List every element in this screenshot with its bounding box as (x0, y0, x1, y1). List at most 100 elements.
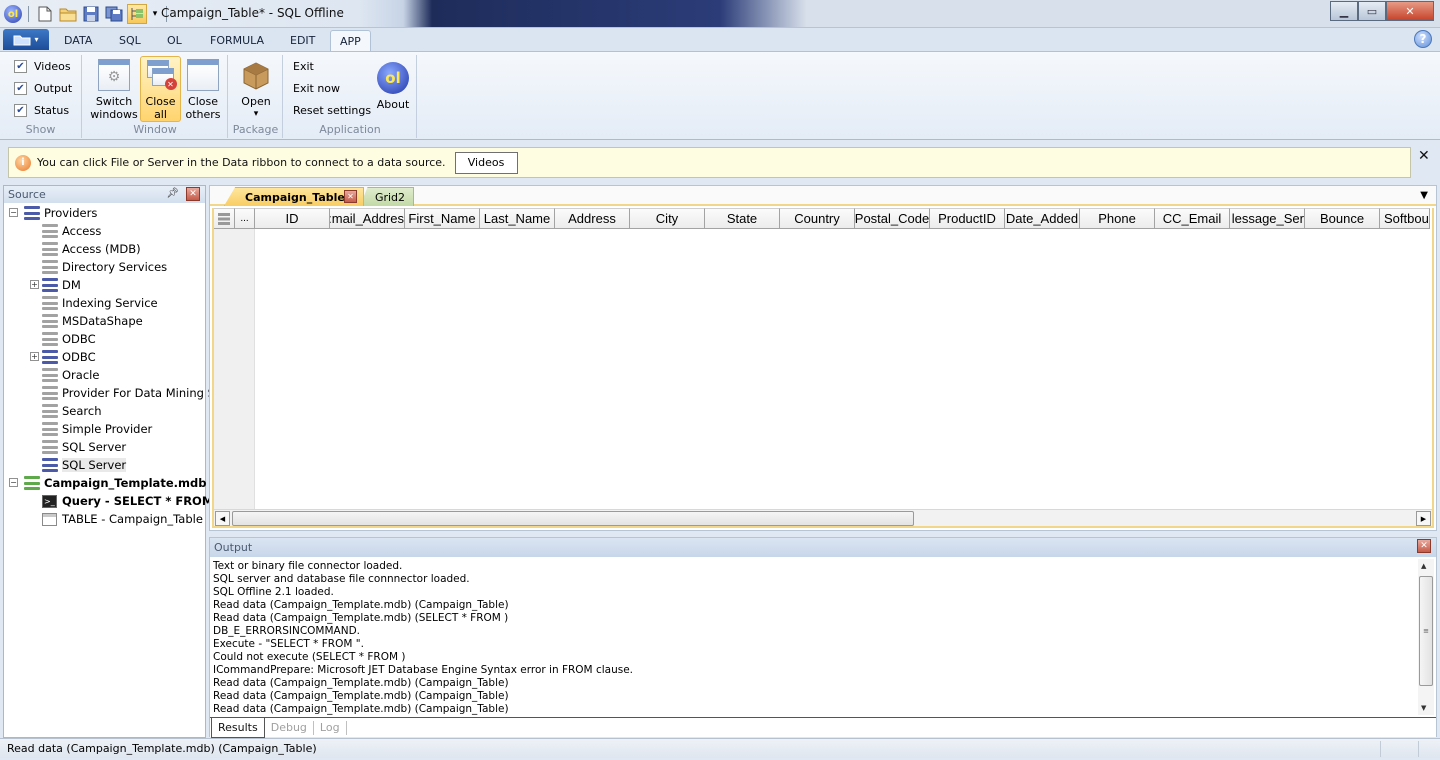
column-header[interactable]: City (630, 208, 705, 229)
output-checkbox[interactable]: ✔ Output (14, 82, 72, 95)
tree-item[interactable]: >_ Query - SELECT * FROM (42, 492, 213, 510)
scroll-left-icon[interactable]: ◀ (215, 511, 230, 526)
database-icon (42, 350, 58, 364)
column-header[interactable]: CC_Email (1155, 208, 1230, 229)
tree-item[interactable]: Simple Provider (42, 420, 152, 438)
close-tab-icon[interactable]: ✕ (344, 190, 357, 203)
close-button[interactable]: ✕ (1386, 1, 1434, 21)
vertical-scrollbar[interactable]: ▲ ≡ ▼ (1418, 559, 1434, 715)
scroll-down-icon[interactable]: ▼ (1421, 704, 1426, 712)
status-checkbox[interactable]: ✔ Status (14, 104, 69, 117)
tree-item[interactable]: + ODBC (30, 348, 96, 366)
tree-item[interactable]: ODBC (42, 330, 96, 348)
videos-button[interactable]: Videos (454, 151, 518, 174)
column-header[interactable]: First_Name (405, 208, 480, 229)
reset-settings-button[interactable]: Reset settings (293, 104, 371, 117)
tab-campaign-table[interactable]: Campaign_Table* (224, 187, 364, 206)
column-header[interactable]: Bounce (1305, 208, 1380, 229)
tree-item[interactable]: TABLE - Campaign_Table (42, 510, 203, 528)
file-menu-button[interactable]: ▾ (3, 29, 49, 50)
tree-item[interactable]: Access (MDB) (42, 240, 141, 258)
row-header-gutter (214, 229, 255, 510)
column-header[interactable]: :mail_Addres (330, 208, 405, 229)
tab-formula[interactable]: FORMULA (201, 30, 273, 51)
close-all-button[interactable]: ✕ Close all (140, 56, 181, 122)
panel-title: Source (8, 188, 46, 201)
new-document-icon[interactable] (35, 4, 55, 24)
save-icon[interactable] (81, 4, 101, 24)
column-header[interactable]: lessage_Ser (1230, 208, 1305, 229)
column-header[interactable]: Last_Name (480, 208, 555, 229)
open-package-button[interactable]: Open ▾ (235, 56, 277, 122)
button-label: all (154, 108, 167, 121)
open-folder-icon[interactable] (58, 4, 78, 24)
tab-log[interactable]: Log (314, 720, 347, 735)
tree-item[interactable]: SQL Server (42, 438, 126, 456)
exit-now-button[interactable]: Exit now (293, 82, 340, 95)
expand-icon[interactable]: + (30, 352, 39, 361)
tab-list-dropdown-icon[interactable]: ▼ (1420, 190, 1428, 201)
videos-checkbox[interactable]: ✔ Videos (14, 60, 71, 73)
horizontal-scrollbar[interactable]: ◀ ▶ (214, 509, 1432, 526)
customize-dropdown-icon[interactable]: ▾ (150, 4, 160, 24)
switch-windows-button[interactable]: ⚙ Switch windows (90, 56, 138, 122)
maximize-icon: ▭ (1366, 4, 1378, 18)
column-header[interactable]: Address (555, 208, 630, 229)
tree-item[interactable]: SQL Server (42, 456, 127, 474)
tree-item-label: Campaign_Template.mdb (44, 476, 207, 490)
scroll-thumb[interactable] (232, 511, 914, 526)
tree-item[interactable]: Search (42, 402, 102, 420)
show-group: ✔ Videos ✔ Output ✔ Status Show (0, 55, 82, 138)
expand-icon[interactable]: + (30, 280, 39, 289)
tree-item[interactable]: MSDataShape (42, 312, 143, 330)
tab-sql[interactable]: SQL (110, 30, 150, 51)
tab-debug[interactable]: Debug (265, 720, 314, 735)
collapse-icon[interactable]: − (9, 478, 18, 487)
scroll-up-icon[interactable]: ▲ (1421, 562, 1426, 570)
scroll-thumb[interactable]: ≡ (1419, 576, 1433, 686)
grid-more-button[interactable]: ... (235, 208, 255, 229)
tab-app[interactable]: APP (330, 30, 371, 51)
scroll-right-icon[interactable]: ▶ (1416, 511, 1431, 526)
tree-item[interactable]: − Campaign_Template.mdb (9, 474, 207, 492)
database-icon (24, 476, 40, 490)
column-header[interactable]: ProductID (930, 208, 1005, 229)
tab-edit[interactable]: EDIT (281, 30, 324, 51)
about-button[interactable]: ol About (372, 56, 414, 122)
column-header[interactable]: Phone (1080, 208, 1155, 229)
tree-item[interactable]: Oracle (42, 366, 99, 384)
tab-results[interactable]: Results (211, 717, 265, 738)
tab-ol[interactable]: OL (158, 30, 191, 51)
close-icon[interactable]: ✕ (186, 187, 200, 201)
app-logo-icon[interactable]: ol (4, 5, 22, 23)
close-icon[interactable]: ✕ (1418, 148, 1430, 164)
help-icon[interactable]: ? (1414, 30, 1432, 48)
close-icon[interactable]: ✕ (1417, 539, 1431, 553)
pin-icon[interactable]: 📌︎ (166, 188, 179, 199)
exit-button[interactable]: Exit (293, 60, 314, 73)
tree-item[interactable]: − Providers (9, 204, 97, 222)
tree-item[interactable]: Directory Services (42, 258, 167, 276)
grid-corner-icon[interactable] (214, 208, 235, 229)
column-header[interactable]: State (705, 208, 780, 229)
column-header[interactable]: Softbour (1380, 208, 1430, 229)
column-header[interactable]: Date_Added (1005, 208, 1080, 229)
tab-grid2[interactable]: Grid2 (360, 187, 414, 206)
collapse-icon[interactable]: − (9, 208, 18, 217)
column-header[interactable]: Postal_Code (855, 208, 930, 229)
package-box-icon (240, 59, 272, 91)
save-all-icon[interactable] (104, 4, 124, 24)
tab-data[interactable]: DATA (55, 30, 101, 51)
ribbon-body: ✔ Videos ✔ Output ✔ Status Show ⚙ Switch… (0, 51, 1440, 140)
tree-item[interactable]: Access (42, 222, 101, 240)
column-header[interactable]: ID (255, 208, 330, 229)
tree-view-icon[interactable] (127, 4, 147, 24)
minimize-button[interactable]: ▁ (1330, 1, 1358, 21)
column-header[interactable]: Country (780, 208, 855, 229)
tree-item[interactable]: Provider For Data Mining S (42, 384, 215, 402)
source-panel: Source 📌︎ ✕ − Providers Access Access (MDB)… (3, 185, 215, 738)
close-others-button[interactable]: Close others (182, 56, 224, 122)
maximize-button[interactable]: ▭ (1358, 1, 1386, 21)
tree-item[interactable]: + DM (30, 276, 81, 294)
tree-item[interactable]: Indexing Service (42, 294, 158, 312)
